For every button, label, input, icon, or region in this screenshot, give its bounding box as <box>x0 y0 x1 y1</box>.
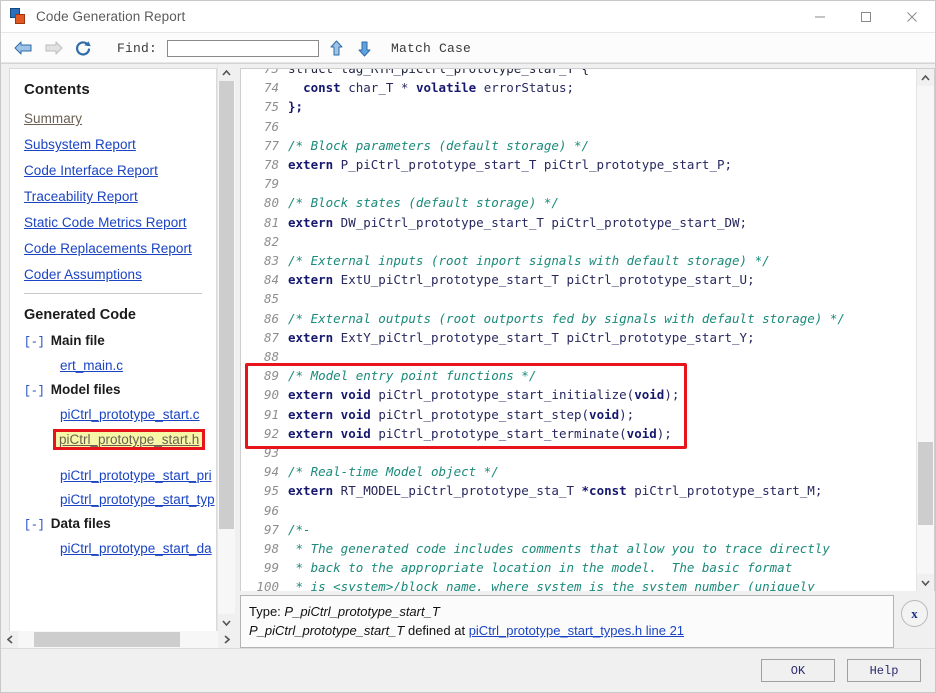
search-input[interactable] <box>167 39 320 57</box>
sidebar-item-code-replacements-report[interactable]: Code Replacements Report <box>24 241 216 256</box>
file-link-model-private-h[interactable]: piCtrl_prototype_start_pri <box>60 468 216 483</box>
tooltip-type-name: P_piCtrl_prototype_start_T <box>284 604 440 619</box>
sidebar-item-subsystem-report[interactable]: Subsystem Report <box>24 137 216 152</box>
sidebar-scroll-thumb[interactable] <box>219 81 234 529</box>
scroll-down-icon[interactable] <box>917 574 934 591</box>
back-arrow-icon[interactable] <box>10 35 36 61</box>
tree-group-model-files[interactable]: [-] Model files <box>24 382 216 398</box>
code-generation-report-window: Code Generation Report Find: Match Case … <box>0 0 936 693</box>
type-info-tooltip: Type: P_piCtrl_prototype_start_T P_piCtr… <box>240 595 894 648</box>
code-scroll-area[interactable]: 73struct tag_RTM_piCtrl_prototype_star_T… <box>241 69 916 591</box>
tooltip-definition-link[interactable]: piCtrl_prototype_start_types.h line 21 <box>469 623 684 638</box>
refresh-icon[interactable] <box>70 35 96 61</box>
file-link-model-h-selected[interactable]: piCtrl_prototype_start.h <box>56 432 203 447</box>
find-label: Find: <box>117 40 158 56</box>
contents-panel: Contents Summary Subsystem Report Code I… <box>9 68 217 631</box>
sidebar-pane: Contents Summary Subsystem Report Code I… <box>1 64 235 648</box>
find-previous-up-arrow-icon[interactable] <box>325 36 347 60</box>
sidebar-item-summary[interactable]: Summary <box>24 111 216 126</box>
generated-code-heading: Generated Code <box>24 307 136 323</box>
file-link-model-data-c[interactable]: piCtrl_prototype_start_da <box>60 541 216 556</box>
maximize-button[interactable] <box>843 2 889 32</box>
scroll-up-icon[interactable] <box>218 64 235 81</box>
tooltip-line-definition: P_piCtrl_prototype_start_T defined at pi… <box>249 621 885 640</box>
code-vertical-scrollbar[interactable] <box>916 69 934 591</box>
sidebar-hscroll-track[interactable] <box>18 631 218 648</box>
sidebar-item-coder-assumptions[interactable]: Coder Assumptions <box>24 267 216 282</box>
info-tooltip-row: Type: P_piCtrl_prototype_start_T P_piCtr… <box>240 591 935 648</box>
title-bar: Code Generation Report <box>1 1 935 33</box>
file-link-model-types-h[interactable]: piCtrl_prototype_start_typ <box>60 492 216 507</box>
window-title: Code Generation Report <box>36 9 186 24</box>
collapse-toggle-icon[interactable]: [-] <box>24 519 45 532</box>
tooltip-defined-at-text: defined at <box>404 623 469 638</box>
source-code-listing[interactable]: 73struct tag_RTM_piCtrl_prototype_star_T… <box>241 69 916 591</box>
app-icon <box>10 8 27 25</box>
find-next-down-arrow-icon[interactable] <box>353 36 375 60</box>
code-viewer: 73struct tag_RTM_piCtrl_prototype_star_T… <box>240 68 935 591</box>
main-body: Contents Summary Subsystem Report Code I… <box>1 64 935 648</box>
forward-arrow-icon <box>40 35 66 61</box>
tree-group-label: Data files <box>50 516 111 531</box>
code-scroll-track[interactable] <box>917 86 934 574</box>
toolbar: Find: Match Case <box>1 33 935 64</box>
sidebar-scroll-track[interactable] <box>218 81 235 614</box>
sidebar-divider <box>24 293 202 294</box>
sidebar-hscroll-thumb[interactable] <box>34 632 180 647</box>
tree-group-main-file[interactable]: [-] Main file <box>24 333 216 349</box>
tree-group-label: Main file <box>50 333 105 348</box>
scroll-left-icon[interactable] <box>1 631 18 648</box>
scroll-down-icon[interactable] <box>218 614 235 631</box>
ok-button[interactable]: OK <box>761 659 835 682</box>
scroll-up-icon[interactable] <box>917 69 934 86</box>
sidebar-item-traceability-report[interactable]: Traceability Report <box>24 189 216 204</box>
tree-group-label: Model files <box>50 382 121 397</box>
file-link-ert-main-c[interactable]: ert_main.c <box>60 358 216 373</box>
tooltip-line-type: Type: P_piCtrl_prototype_start_T <box>249 602 885 621</box>
match-case-label[interactable]: Match Case <box>391 41 471 56</box>
file-link-model-c[interactable]: piCtrl_prototype_start.c <box>60 407 216 422</box>
close-button[interactable] <box>889 2 935 32</box>
tooltip-defined-type: P_piCtrl_prototype_start_T <box>249 623 405 638</box>
sidebar-item-code-interface-report[interactable]: Code Interface Report <box>24 163 216 178</box>
code-pane: 73struct tag_RTM_piCtrl_prototype_star_T… <box>240 64 935 648</box>
code-scroll-thumb[interactable] <box>918 442 933 526</box>
scroll-right-icon[interactable] <box>218 631 235 648</box>
sidebar-vertical-scrollbar[interactable] <box>217 64 235 631</box>
sidebar-horizontal-scrollbar[interactable] <box>1 631 235 648</box>
tooltip-type-prefix: Type: <box>249 604 285 619</box>
sidebar-item-static-code-metrics-report[interactable]: Static Code Metrics Report <box>24 215 216 230</box>
tree-group-data-files[interactable]: [-] Data files <box>24 516 216 532</box>
tooltip-close-button[interactable]: x <box>901 600 928 627</box>
collapse-toggle-icon[interactable]: [-] <box>24 336 45 349</box>
minimize-button[interactable] <box>797 2 843 32</box>
collapse-toggle-icon[interactable]: [-] <box>24 385 45 398</box>
dialog-footer: OK Help <box>1 648 935 692</box>
help-button[interactable]: Help <box>847 659 921 682</box>
contents-heading: Contents <box>24 81 90 98</box>
